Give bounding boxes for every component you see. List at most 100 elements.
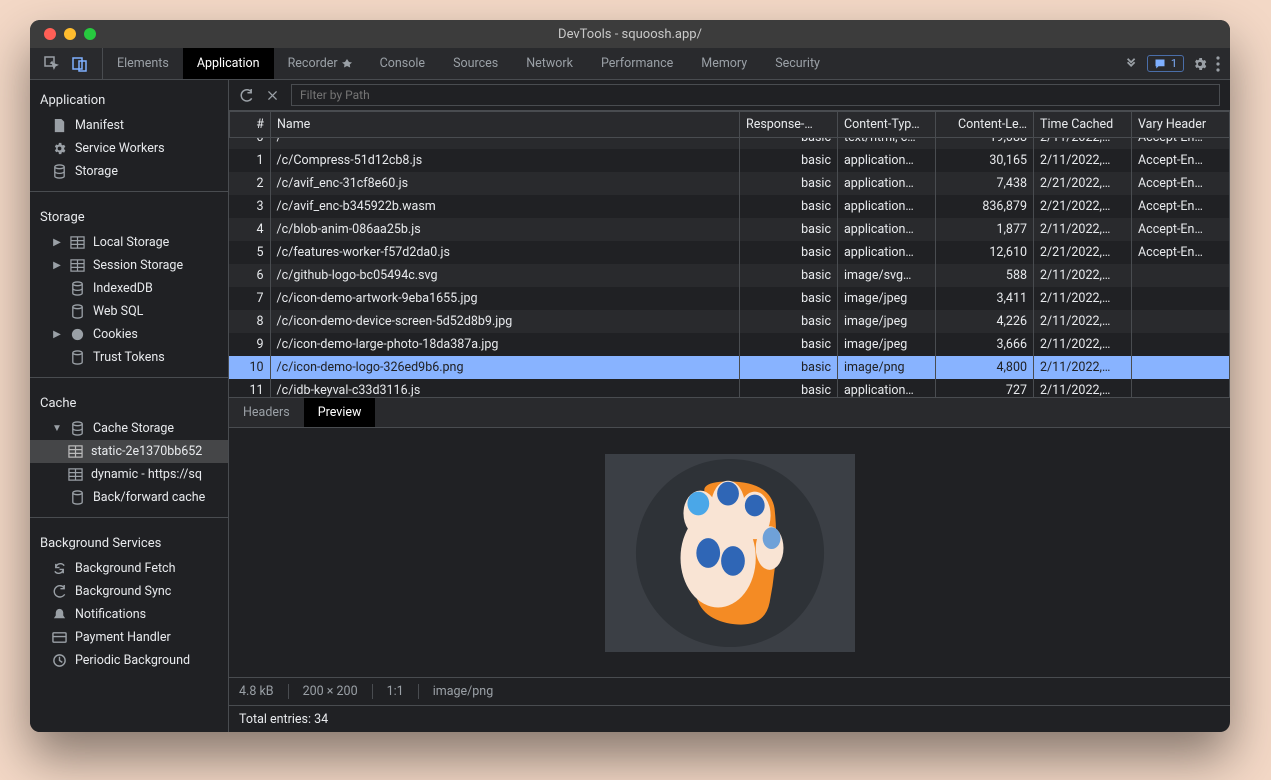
device-icon[interactable] xyxy=(72,56,88,72)
database-icon xyxy=(70,304,85,319)
sidebar-item-bg-fetch[interactable]: Background Fetch xyxy=(30,557,228,580)
tab-network[interactable]: Network xyxy=(512,48,587,79)
sidebar-item-service-workers[interactable]: Service Workers xyxy=(30,137,228,160)
table-row[interactable]: 0/basictext/html, c…19,0882/11/2022,…Acc… xyxy=(229,138,1230,149)
sidebar-item-periodic[interactable]: Periodic Background xyxy=(30,649,228,672)
detail-tab-headers[interactable]: Headers xyxy=(229,398,304,427)
section-background: Background Services xyxy=(30,530,228,557)
meta-zoom: 1:1 xyxy=(387,684,419,699)
detail-tabs: HeadersPreview xyxy=(229,398,1230,428)
tab-security[interactable]: Security xyxy=(761,48,834,79)
column-header[interactable]: Content-Typ… xyxy=(838,112,936,138)
table-row[interactable]: 6/c/github-logo-bc05494c.svgbasicimage/s… xyxy=(229,264,1230,287)
section-cache: Cache xyxy=(30,390,228,417)
application-sidebar: Application Manifest Service Workers Sto… xyxy=(30,80,229,732)
delete-icon[interactable] xyxy=(266,89,279,102)
table-row[interactable]: 7/c/icon-demo-artwork-9eba1655.jpgbasici… xyxy=(229,287,1230,310)
database-icon xyxy=(70,421,85,436)
table-row[interactable]: 11/c/idb-keyval-c33d3116.jsbasicapplicat… xyxy=(229,379,1230,397)
panel-tabs: ElementsApplicationRecorderConsoleSource… xyxy=(103,48,834,79)
kebab-menu-icon[interactable] xyxy=(1216,56,1220,72)
table-row[interactable]: 9/c/icon-demo-large-photo-18da387a.jpgba… xyxy=(229,333,1230,356)
content-area: #NameResponse-…Content-Typ…Content-Le…Ti… xyxy=(229,80,1230,732)
main-area: Application Manifest Service Workers Sto… xyxy=(30,80,1230,732)
tab-elements[interactable]: Elements xyxy=(103,48,183,79)
settings-icon[interactable] xyxy=(1192,56,1208,72)
footer: Total entries: 34 xyxy=(229,705,1230,732)
meta-size: 4.8 kB xyxy=(239,684,289,699)
tab-recorder[interactable]: Recorder xyxy=(274,48,366,79)
card-icon xyxy=(52,630,67,645)
sidebar-item-back-forward[interactable]: ▶Back/forward cache xyxy=(30,486,228,509)
tab-console[interactable]: Console xyxy=(366,48,439,79)
table-row[interactable]: 4/c/blob-anim-086aa25b.jsbasicapplicatio… xyxy=(229,218,1230,241)
database-icon xyxy=(70,281,85,296)
database-icon xyxy=(70,350,85,365)
sidebar-item-cache-static[interactable]: static-2e1370bb652 xyxy=(30,440,228,463)
issues-badge[interactable]: 1 xyxy=(1147,55,1184,72)
devtools-window: DevTools - squoosh.app/ ElementsApplicat… xyxy=(30,20,1230,732)
bell-icon xyxy=(52,607,67,622)
sync-icon xyxy=(52,584,67,599)
sidebar-item-session-storage[interactable]: ▶Session Storage xyxy=(30,254,228,277)
preview-meta: 4.8 kB 200 × 200 1:1 image/png xyxy=(229,677,1230,705)
clock-icon xyxy=(52,653,67,668)
column-header[interactable]: Name xyxy=(271,112,740,138)
preview-area xyxy=(229,428,1230,677)
sidebar-item-manifest[interactable]: Manifest xyxy=(30,114,228,137)
file-icon xyxy=(52,118,67,133)
cache-table: #NameResponse-…Content-Typ…Content-Le…Ti… xyxy=(229,111,1230,398)
table-row[interactable]: 2/c/avif_enc-31cf8e60.jsbasicapplication… xyxy=(229,172,1230,195)
tab-memory[interactable]: Memory xyxy=(687,48,761,79)
section-storage: Storage xyxy=(30,204,228,231)
table-row[interactable]: 8/c/icon-demo-device-screen-5d52d8b9.jpg… xyxy=(229,310,1230,333)
window-title: DevTools - squoosh.app/ xyxy=(30,27,1230,42)
sync-icon xyxy=(52,561,67,576)
main-toolbar: ElementsApplicationRecorderConsoleSource… xyxy=(30,48,1230,80)
gear-icon xyxy=(52,141,67,156)
cookie-icon xyxy=(70,327,85,342)
table-icon xyxy=(70,235,85,250)
detail-tab-preview[interactable]: Preview xyxy=(304,398,376,427)
column-header[interactable]: # xyxy=(230,112,271,138)
sidebar-item-local-storage[interactable]: ▶Local Storage xyxy=(30,231,228,254)
column-header[interactable]: Content-Le… xyxy=(936,112,1034,138)
column-header[interactable]: Response-… xyxy=(740,112,838,138)
meta-type: image/png xyxy=(433,684,508,699)
sidebar-item-cache-storage[interactable]: ▼Cache Storage xyxy=(30,417,228,440)
detail-panel: HeadersPreview xyxy=(229,398,1230,732)
table-row[interactable]: 10/c/icon-demo-logo-326ed9b6.pngbasicima… xyxy=(229,356,1230,379)
sidebar-item-trust-tokens[interactable]: ▶Trust Tokens xyxy=(30,346,228,369)
table-icon xyxy=(68,467,83,482)
column-header[interactable]: Vary Header xyxy=(1132,112,1230,138)
filter-bar xyxy=(229,80,1230,111)
database-icon xyxy=(70,490,85,505)
tab-performance[interactable]: Performance xyxy=(587,48,687,79)
sidebar-item-cache-dynamic[interactable]: dynamic - https://sq xyxy=(30,463,228,486)
sidebar-item-bg-sync[interactable]: Background Sync xyxy=(30,580,228,603)
filter-input[interactable] xyxy=(291,84,1220,106)
refresh-icon[interactable] xyxy=(239,88,254,103)
tab-application[interactable]: Application xyxy=(183,48,274,79)
sidebar-item-payment[interactable]: Payment Handler xyxy=(30,626,228,649)
table-row[interactable]: 1/c/Compress-51d12cb8.jsbasicapplication… xyxy=(229,149,1230,172)
meta-dims: 200 × 200 xyxy=(303,684,373,699)
table-row[interactable]: 3/c/avif_enc-b345922b.wasmbasicapplicati… xyxy=(229,195,1230,218)
more-tabs-icon[interactable] xyxy=(1125,57,1139,71)
inspect-icon[interactable] xyxy=(44,56,60,72)
titlebar: DevTools - squoosh.app/ xyxy=(30,20,1230,48)
sidebar-item-storage[interactable]: Storage xyxy=(30,160,228,183)
sidebar-item-cookies[interactable]: ▶Cookies xyxy=(30,323,228,346)
sidebar-item-indexeddb[interactable]: ▶IndexedDB xyxy=(30,277,228,300)
flask-icon xyxy=(342,59,352,69)
column-header[interactable]: Time Cached xyxy=(1034,112,1132,138)
table-icon xyxy=(68,444,83,459)
preview-image xyxy=(605,454,855,652)
sidebar-item-notifications[interactable]: Notifications xyxy=(30,603,228,626)
sidebar-item-websql[interactable]: ▶Web SQL xyxy=(30,300,228,323)
table-icon xyxy=(70,258,85,273)
table-row[interactable]: 5/c/features-worker-f57d2da0.jsbasicappl… xyxy=(229,241,1230,264)
database-icon xyxy=(52,164,67,179)
tab-sources[interactable]: Sources xyxy=(439,48,512,79)
section-application: Application xyxy=(30,87,228,114)
